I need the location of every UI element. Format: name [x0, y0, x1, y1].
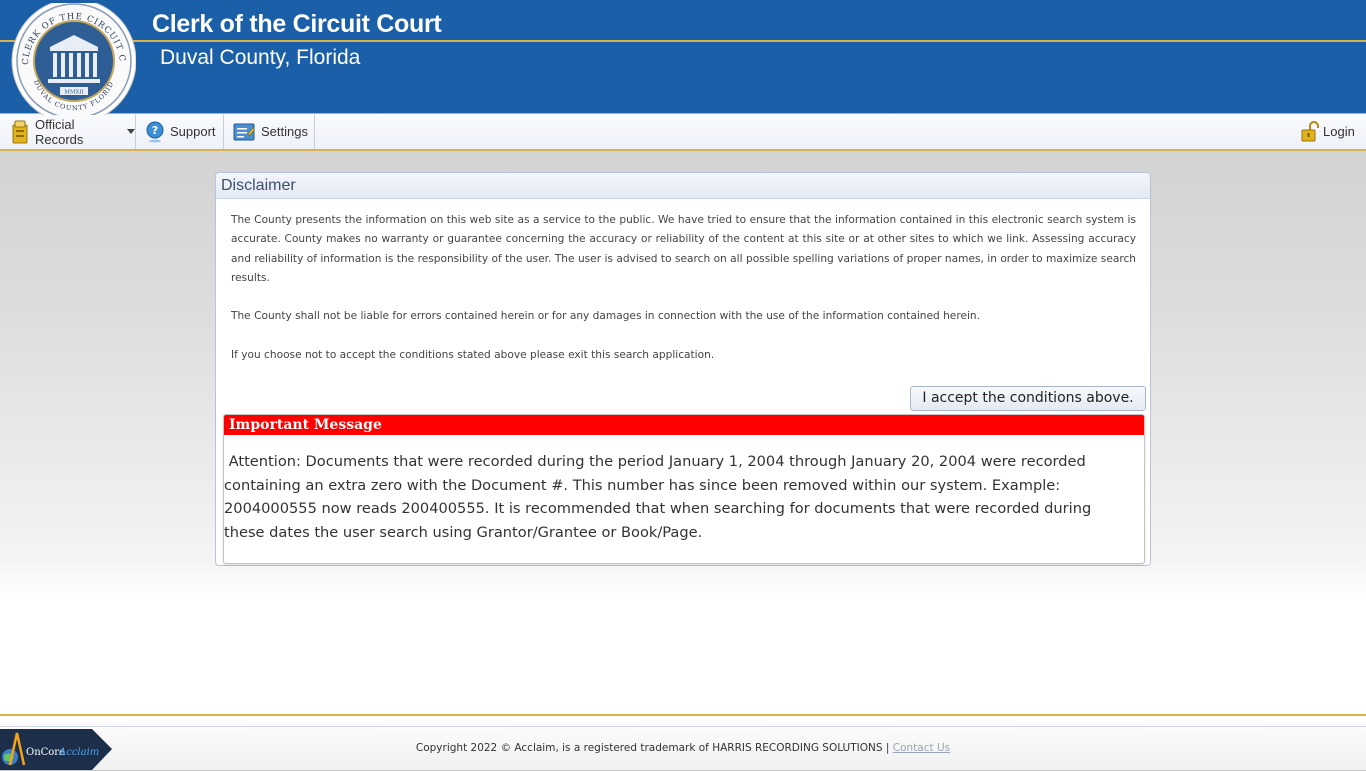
disclaimer-paragraph: The County presents the information on t…: [231, 214, 1136, 284]
main-menu-bar: Official Records ? Support Settings Logi…: [0, 113, 1366, 151]
menu-settings-label: Settings: [261, 124, 308, 139]
disclaimer-paragraph: If you choose not to accept the conditio…: [231, 349, 715, 362]
menu-login[interactable]: Login: [1296, 114, 1366, 149]
header-gold-line: [0, 40, 1366, 42]
copyright-text: Copyright 2022 © Acclaim, is a registere…: [415, 742, 890, 754]
important-message-text: Attention: Documents that were recorded …: [224, 453, 1096, 541]
menu-support[interactable]: ? Support: [136, 114, 224, 149]
menu-settings[interactable]: Settings: [224, 114, 315, 149]
disclaimer-body: The County presents the information on t…: [231, 211, 1136, 385]
site-footer: OnCore Acclaim Copyright 2022 © Acclaim,…: [0, 714, 1366, 770]
menu-official-records[interactable]: Official Records: [0, 114, 136, 149]
chevron-down-icon: [127, 129, 135, 134]
disclaimer-panel: Disclaimer The County presents the infor…: [215, 172, 1151, 566]
important-message-title: Important Message: [224, 415, 1144, 435]
important-message-box: Important Message Attention: Documents t…: [223, 414, 1145, 564]
copyright-line: Copyright 2022 © Acclaim, is a registere…: [0, 742, 1366, 754]
seal-year: MMXII: [64, 90, 84, 96]
contact-us-link[interactable]: Contact Us: [893, 742, 950, 754]
settings-icon: [233, 123, 255, 140]
menu-login-label: Login: [1323, 124, 1355, 139]
court-seal-logo[interactable]: CLERK OF THE CIRCUIT COURT DUVAL COUNTY …: [10, 3, 136, 115]
site-header: Clerk of the Circuit Court Duval County,…: [0, 0, 1366, 113]
menu-support-label: Support: [170, 124, 216, 139]
unlock-icon: [1301, 120, 1319, 141]
records-icon: [12, 120, 28, 143]
site-subtitle: Duval County, Florida: [160, 46, 361, 69]
site-title: Clerk of the Circuit Court: [152, 10, 442, 38]
help-icon: ?: [146, 121, 164, 142]
menu-official-records-label: Official Records: [35, 116, 84, 147]
svg-text:?: ?: [152, 124, 158, 137]
disclaimer-title: Disclaimer: [216, 173, 1150, 199]
accept-conditions-button[interactable]: I accept the conditions above.: [910, 386, 1146, 411]
disclaimer-paragraph: The County shall not be liable for error…: [231, 310, 980, 323]
